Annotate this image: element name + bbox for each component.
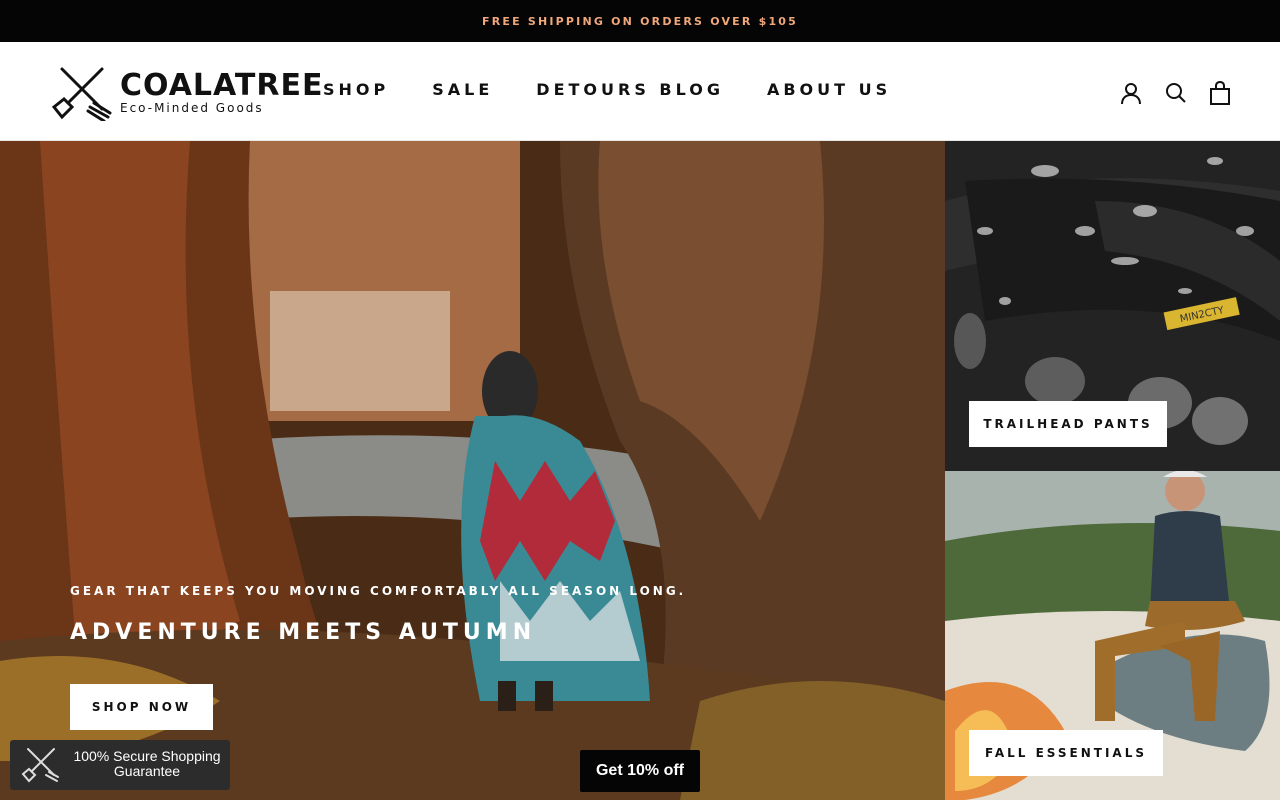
secure-shopping-badge[interactable]: 100% Secure Shopping Guarantee xyxy=(10,740,230,790)
brand-name: COALATREE xyxy=(120,68,324,103)
brand-tagline: Eco-Minded Goods xyxy=(120,101,264,115)
trailhead-pants-panel[interactable]: MIN2CTY TRAILHEAD PANTS xyxy=(945,141,1280,471)
announcement-bar: FREE SHIPPING ON ORDERS OVER $105 xyxy=(0,0,1280,42)
nav-about-us[interactable]: ABOUT US xyxy=(767,80,891,99)
hero-banner: GEAR THAT KEEPS YOU MOVING COMFORTABLY A… xyxy=(0,141,945,800)
trailhead-pants-button[interactable]: TRAILHEAD PANTS xyxy=(969,401,1167,447)
cart-icon[interactable] xyxy=(1207,80,1233,106)
main-nav: SHOP SALE DETOURS BLOG ABOUT US xyxy=(323,80,891,99)
hero-title: ADVENTURE MEETS AUTUMN xyxy=(70,620,537,645)
secure-shopping-text: 100% Secure Shopping Guarantee xyxy=(73,748,221,779)
account-icon[interactable] xyxy=(1118,80,1144,106)
nav-shop[interactable]: SHOP xyxy=(323,80,389,99)
brand-logo[interactable]: COALATREE Eco-Minded Goods xyxy=(50,63,323,121)
search-icon[interactable] xyxy=(1163,80,1189,106)
nav-detours-blog[interactable]: DETOURS BLOG xyxy=(536,80,724,99)
get-discount-button[interactable]: Get 10% off xyxy=(580,750,700,792)
site-header: COALATREE Eco-Minded Goods SHOP SALE DET… xyxy=(0,42,1280,141)
hero-text-block: GEAR THAT KEEPS YOU MOVING COMFORTABLY A… xyxy=(70,584,686,645)
fall-essentials-button[interactable]: FALL ESSENTIALS xyxy=(969,730,1163,776)
hero-subtitle: GEAR THAT KEEPS YOU MOVING COMFORTABLY A… xyxy=(70,584,687,598)
fall-essentials-panel[interactable]: FALL ESSENTIALS xyxy=(945,471,1280,800)
logo-shovel-fork-icon xyxy=(21,748,59,783)
nav-sale[interactable]: SALE xyxy=(432,80,493,99)
announcement-text: FREE SHIPPING ON ORDERS OVER $105 xyxy=(481,14,799,28)
logo-shovel-fork-icon xyxy=(51,67,112,121)
shop-now-button[interactable]: SHOP NOW xyxy=(70,684,213,730)
